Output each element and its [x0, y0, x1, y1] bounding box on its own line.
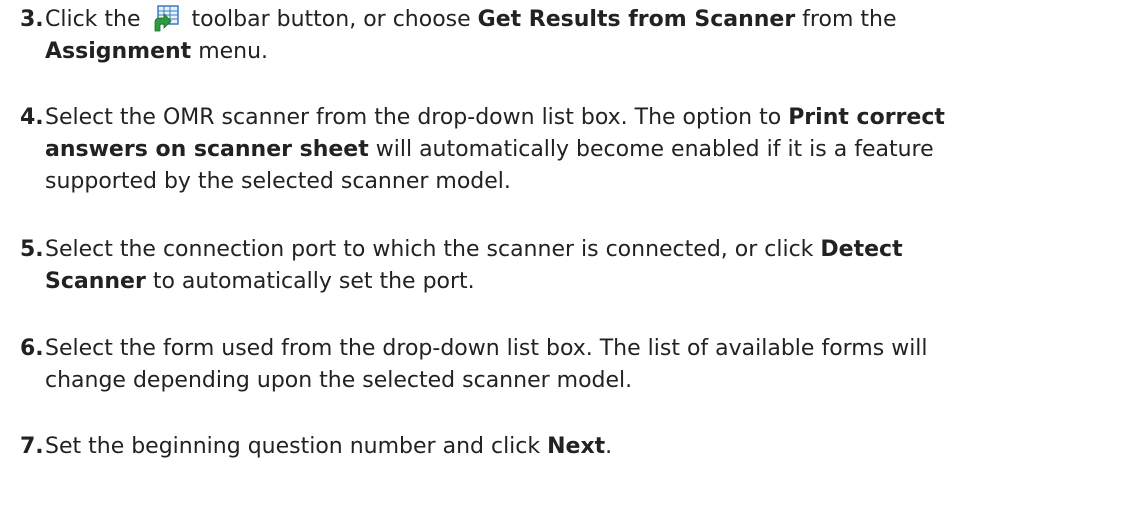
step-6: 6. Select the form used from the drop-do…	[20, 333, 1131, 397]
instruction-steps: 3. Click the toolbar button, or choose G…	[0, 0, 1135, 524]
step-text-run: will automatically become enabled if it …	[368, 137, 934, 162]
step-number: 4.	[20, 105, 44, 130]
step-text: Select the form used from the drop-down …	[45, 333, 1131, 397]
step-number: 5.	[20, 237, 44, 262]
ui-term: answers on scanner sheet	[45, 137, 369, 162]
step-text-run: from the	[795, 7, 897, 32]
step-text: Click the toolbar button, or choose Get …	[45, 4, 1131, 68]
step-text-run: change depending upon the selected scann…	[45, 368, 633, 393]
step-text: Select the OMR scanner from the drop-dow…	[45, 102, 1131, 198]
step-7: 7. Set the beginning question number and…	[20, 431, 1131, 463]
step-number: 6.	[20, 336, 44, 361]
step-text-run: Click the	[45, 7, 148, 32]
ui-term: Scanner	[45, 269, 146, 294]
step-text-run: menu.	[191, 39, 269, 64]
step-text-run: .	[605, 434, 613, 459]
step-3: 3. Click the toolbar button, or choose G…	[20, 4, 1131, 68]
ui-term: Get Results from Scanner	[477, 7, 796, 32]
ui-term: Detect	[820, 237, 903, 262]
step-text: Select the connection port to which the …	[45, 234, 1131, 298]
ui-term: Next	[547, 434, 606, 459]
step-text-run: Set the beginning question number and cl…	[45, 434, 548, 459]
step-text-run: Select the OMR scanner from the drop-dow…	[45, 105, 789, 130]
ui-term: Print correct	[788, 105, 945, 130]
step-5: 5. Select the connection port to which t…	[20, 234, 1131, 298]
ui-term: Assignment	[45, 39, 192, 64]
step-text-run: toolbar button, or choose	[184, 7, 478, 32]
step-text-run: Select the connection port to which the …	[45, 237, 821, 262]
step-text: Set the beginning question number and cl…	[45, 431, 1131, 463]
step-text-run: Select the form used from the drop-down …	[45, 336, 928, 361]
step-number: 7.	[20, 434, 44, 459]
get-results-scanner-icon	[152, 4, 182, 34]
step-text-run: to automatically set the port.	[145, 269, 475, 294]
step-4: 4. Select the OMR scanner from the drop-…	[20, 102, 1131, 198]
step-text-run: supported by the selected scanner model.	[45, 169, 511, 194]
step-number: 3.	[20, 7, 44, 32]
